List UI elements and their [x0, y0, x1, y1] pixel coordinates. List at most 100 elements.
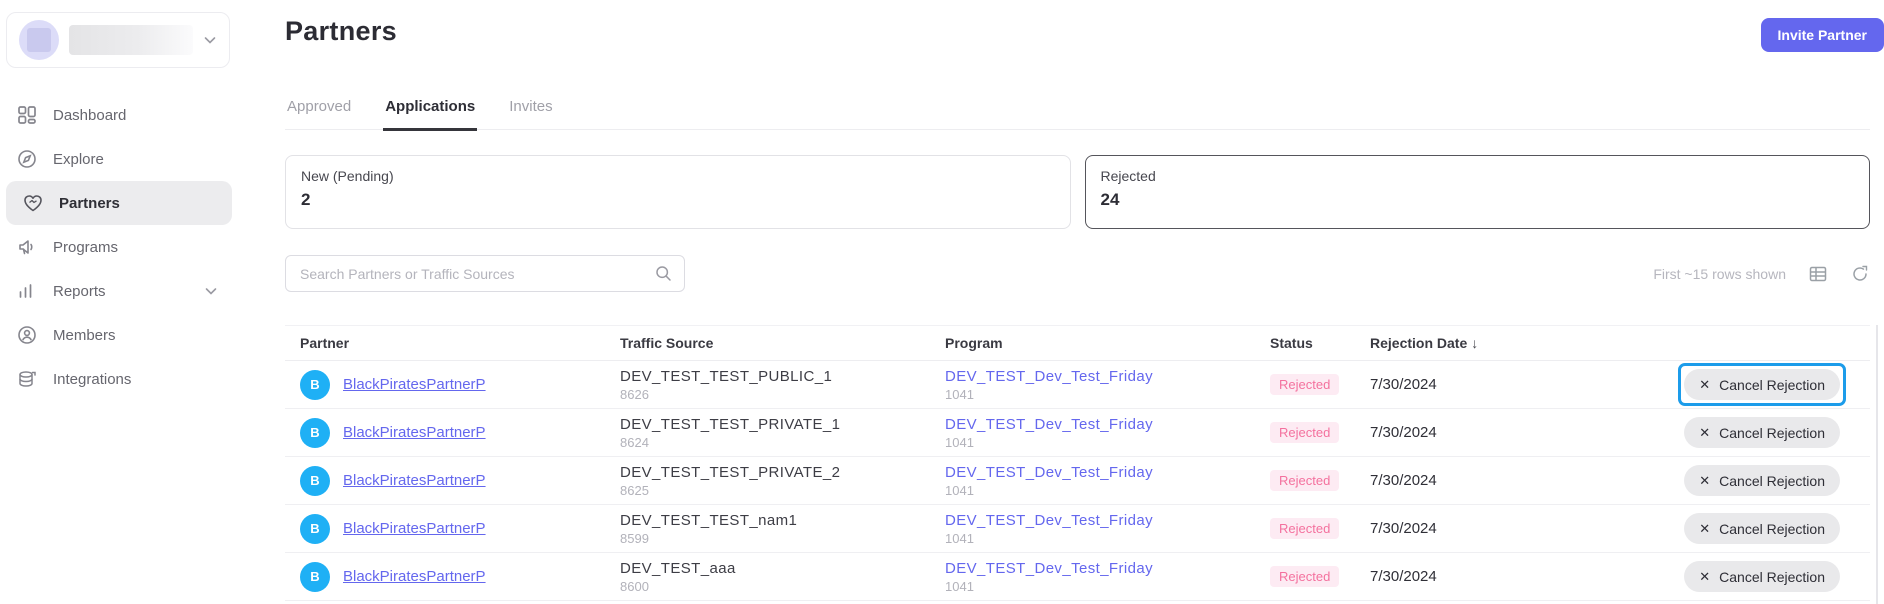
- explore-icon: [16, 148, 38, 170]
- status-cell: Rejected: [1255, 470, 1355, 491]
- table-row: B BlackPiratesPartnerP DEV_TEST_TEST_PRI…: [285, 457, 1870, 505]
- program-link[interactable]: DEV_TEST_Dev_Test_Friday: [945, 560, 1255, 577]
- tab-applications[interactable]: Applications: [383, 92, 477, 131]
- cancel-rejection-button[interactable]: ✕ Cancel Rejection: [1684, 369, 1840, 400]
- sidebar-item-programs[interactable]: Programs: [0, 225, 232, 269]
- cancel-rejection-label: Cancel Rejection: [1719, 569, 1825, 585]
- sidebar-item-label: Explore: [53, 151, 104, 168]
- traffic-source-cell: DEV_TEST_TEST_nam1 8599: [605, 512, 930, 546]
- partner-link[interactable]: BlackPiratesPartnerP: [343, 376, 486, 393]
- workspace-switcher[interactable]: [6, 12, 230, 68]
- cancel-rejection-button[interactable]: ✕ Cancel Rejection: [1684, 465, 1840, 496]
- partner-cell: B BlackPiratesPartnerP: [285, 514, 605, 544]
- sidebar-nav: Dashboard Explore Partners Programs Repo…: [0, 93, 232, 401]
- stat-card-rejected[interactable]: Rejected 24: [1085, 155, 1871, 229]
- action-cell: ✕ Cancel Rejection: [1678, 411, 1846, 454]
- partners-icon: [22, 192, 44, 214]
- program-link[interactable]: DEV_TEST_Dev_Test_Friday: [945, 464, 1255, 481]
- cancel-rejection-button[interactable]: ✕ Cancel Rejection: [1684, 561, 1840, 592]
- programs-icon: [16, 236, 38, 258]
- close-icon: ✕: [1699, 377, 1710, 393]
- cancel-rejection-button[interactable]: ✕ Cancel Rejection: [1684, 513, 1840, 544]
- table-row: B BlackPiratesPartnerP DEV_TEST_aaa 8600…: [285, 553, 1870, 601]
- close-icon: ✕: [1699, 425, 1710, 441]
- rejection-date-cell: 7/30/2024: [1355, 568, 1545, 585]
- status-badge: Rejected: [1270, 518, 1339, 539]
- traffic-source-id: 8600: [620, 579, 930, 594]
- sidebar-item-dashboard[interactable]: Dashboard: [0, 93, 232, 137]
- partner-link[interactable]: BlackPiratesPartnerP: [343, 520, 486, 537]
- sidebar: Dashboard Explore Partners Programs Repo…: [0, 0, 232, 604]
- sidebar-item-partners[interactable]: Partners: [6, 181, 232, 225]
- search-box[interactable]: [285, 255, 685, 292]
- partner-avatar: B: [300, 562, 330, 592]
- scrollbar-track[interactable]: [1876, 325, 1878, 604]
- sidebar-item-explore[interactable]: Explore: [0, 137, 232, 181]
- cancel-rejection-label: Cancel Rejection: [1719, 425, 1825, 441]
- traffic-source-id: 8624: [620, 435, 930, 450]
- status-cell: Rejected: [1255, 422, 1355, 443]
- program-link[interactable]: DEV_TEST_Dev_Test_Friday: [945, 416, 1255, 433]
- stat-card-new-pending[interactable]: New (Pending) 2: [285, 155, 1071, 229]
- tab-approved[interactable]: Approved: [285, 92, 353, 129]
- cancel-rejection-button-wrapper: ✕ Cancel Rejection: [1678, 411, 1846, 454]
- column-header-rejection-date[interactable]: Rejection Date↓: [1355, 335, 1545, 351]
- page-title: Partners: [285, 16, 397, 47]
- rejection-date-cell: 7/30/2024: [1355, 376, 1545, 393]
- traffic-source-name: DEV_TEST_TEST_PUBLIC_1: [620, 368, 930, 385]
- table-toolbar: First ~15 rows shown: [285, 255, 1870, 293]
- cancel-rejection-label: Cancel Rejection: [1719, 377, 1825, 393]
- partner-link[interactable]: BlackPiratesPartnerP: [343, 472, 486, 489]
- partner-link[interactable]: BlackPiratesPartnerP: [343, 424, 486, 441]
- sidebar-item-members[interactable]: Members: [0, 313, 232, 357]
- status-badge: Rejected: [1270, 422, 1339, 443]
- search-input[interactable]: [300, 266, 655, 282]
- column-header-program[interactable]: Program: [930, 335, 1255, 351]
- program-link[interactable]: DEV_TEST_Dev_Test_Friday: [945, 368, 1255, 385]
- program-link[interactable]: DEV_TEST_Dev_Test_Friday: [945, 512, 1255, 529]
- cancel-rejection-button[interactable]: ✕ Cancel Rejection: [1684, 417, 1840, 448]
- invite-partner-button[interactable]: Invite Partner: [1761, 18, 1884, 52]
- sidebar-item-integrations[interactable]: Integrations: [0, 357, 232, 401]
- sort-descending-icon: ↓: [1471, 335, 1478, 351]
- partner-link[interactable]: BlackPiratesPartnerP: [343, 568, 486, 585]
- cancel-rejection-button-wrapper: ✕ Cancel Rejection: [1678, 555, 1846, 598]
- refresh-icon[interactable]: [1850, 264, 1870, 284]
- action-cell: ✕ Cancel Rejection: [1678, 363, 1846, 406]
- program-cell: DEV_TEST_Dev_Test_Friday 1041: [930, 464, 1255, 498]
- traffic-source-id: 8599: [620, 531, 930, 546]
- column-header-partner[interactable]: Partner: [285, 335, 605, 351]
- reports-icon: [16, 280, 38, 302]
- rows-shown-label: First ~15 rows shown: [1653, 266, 1786, 282]
- program-id: 1041: [945, 531, 1255, 546]
- sidebar-item-reports[interactable]: Reports: [0, 269, 232, 313]
- search-icon: [655, 265, 672, 282]
- close-icon: ✕: [1699, 521, 1710, 537]
- sidebar-item-label: Reports: [53, 283, 106, 300]
- sidebar-item-label: Members: [53, 327, 116, 344]
- cancel-rejection-button-wrapper: ✕ Cancel Rejection: [1678, 363, 1846, 406]
- rejection-date-cell: 7/30/2024: [1355, 472, 1545, 489]
- sidebar-item-label: Dashboard: [53, 107, 126, 124]
- program-cell: DEV_TEST_Dev_Test_Friday 1041: [930, 368, 1255, 402]
- traffic-source-id: 8625: [620, 483, 930, 498]
- members-icon: [16, 324, 38, 346]
- close-icon: ✕: [1699, 569, 1710, 585]
- status-badge: Rejected: [1270, 566, 1339, 587]
- traffic-source-id: 8626: [620, 387, 930, 402]
- column-header-status[interactable]: Status: [1255, 335, 1355, 351]
- chevron-down-icon[interactable]: [204, 284, 218, 298]
- table-row: B BlackPiratesPartnerP DEV_TEST_TEST_PUB…: [285, 361, 1870, 409]
- cancel-rejection-button-wrapper: ✕ Cancel Rejection: [1678, 459, 1846, 502]
- partner-avatar: B: [300, 418, 330, 448]
- program-cell: DEV_TEST_Dev_Test_Friday 1041: [930, 416, 1255, 450]
- column-header-traffic-source[interactable]: Traffic Source: [605, 335, 930, 351]
- action-cell: ✕ Cancel Rejection: [1678, 459, 1846, 502]
- tab-invites[interactable]: Invites: [507, 92, 554, 129]
- cancel-rejection-button-wrapper: ✕ Cancel Rejection: [1678, 507, 1846, 550]
- traffic-source-cell: DEV_TEST_aaa 8600: [605, 560, 930, 594]
- table-view-icon[interactable]: [1808, 264, 1828, 284]
- status-badge: Rejected: [1270, 470, 1339, 491]
- program-cell: DEV_TEST_Dev_Test_Friday 1041: [930, 560, 1255, 594]
- workspace-avatar: [19, 20, 59, 60]
